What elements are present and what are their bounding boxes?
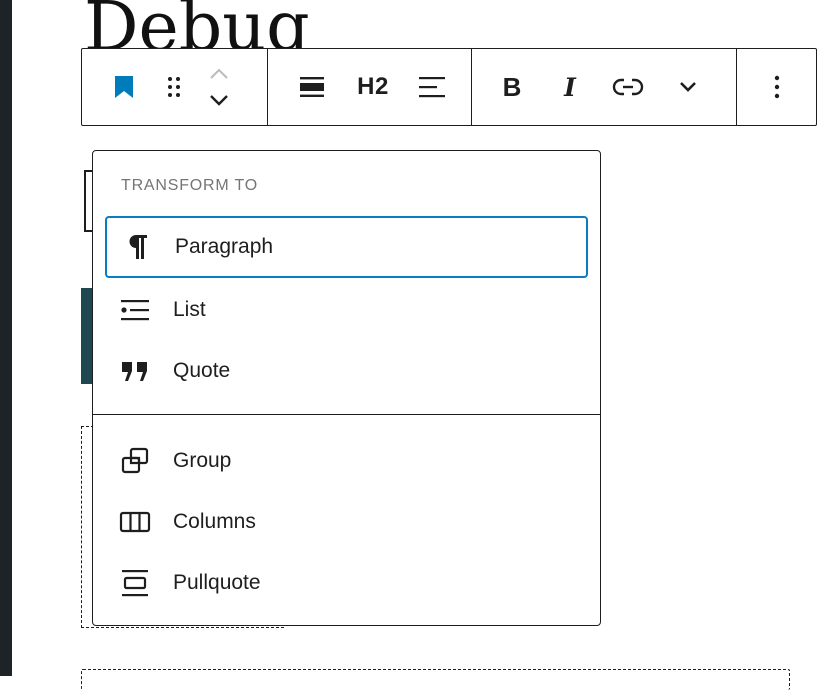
quote-icon (122, 362, 147, 381)
block-type-button[interactable] (100, 63, 148, 111)
transform-item-label: Paragraph (175, 235, 274, 258)
transform-menu: TRANSFORM TO Paragraph List Quote Group … (92, 150, 601, 626)
heading-level-button[interactable]: H2 (344, 63, 402, 111)
block-toolbar: H2 B I (81, 48, 817, 126)
drag-handle-icon (168, 77, 180, 97)
chevron-up-icon (210, 68, 228, 79)
block-alignment-button[interactable] (288, 63, 336, 111)
bookmark-icon (115, 76, 133, 98)
list-icon (121, 300, 149, 321)
toolbar-group-options (736, 49, 816, 125)
italic-icon: I (564, 72, 576, 102)
link-button[interactable] (604, 63, 652, 111)
transform-menu-header: TRANSFORM TO (121, 177, 259, 194)
toolbar-group-block (82, 49, 267, 125)
transform-item-label: Group (173, 449, 232, 472)
transform-item-label: Pullquote (173, 571, 261, 594)
pullquote-icon (122, 570, 148, 597)
columns-icon (119, 511, 151, 533)
heading-block-text[interactable]: Debug (84, 0, 310, 48)
align-left-icon (419, 77, 445, 98)
drag-handle[interactable] (154, 63, 194, 111)
transform-item-quote[interactable]: Quote (105, 340, 588, 402)
toolbar-group-formatting: H2 (267, 49, 471, 125)
transform-menu-divider (93, 414, 600, 415)
options-button[interactable] (757, 63, 797, 111)
block-placeholder-outline-bottom (81, 669, 790, 690)
chevron-down-icon (680, 82, 696, 92)
move-down-button[interactable] (204, 87, 234, 113)
italic-button[interactable]: I (546, 63, 594, 111)
link-icon (612, 78, 644, 96)
transform-item-label: Quote (173, 359, 231, 382)
text-align-button[interactable] (408, 63, 456, 111)
align-wide-icon (300, 77, 324, 97)
chevron-down-icon (210, 95, 228, 106)
transform-item-label: List (173, 298, 206, 321)
bold-icon: B (502, 71, 522, 102)
more-rich-text-button[interactable] (664, 63, 712, 111)
transform-item-label: Columns (173, 510, 256, 533)
more-vertical-icon (774, 75, 779, 99)
group-icon (121, 447, 149, 474)
move-up-button[interactable] (204, 61, 234, 87)
toolbar-group-inline: B I (471, 49, 736, 125)
bold-button[interactable]: B (488, 63, 536, 111)
heading-level-label: H2 (357, 73, 389, 100)
paragraph-icon (129, 235, 147, 259)
admin-sidebar-edge (0, 0, 12, 676)
transform-item-pullquote[interactable]: Pullquote (105, 552, 588, 614)
transform-item-paragraph[interactable]: Paragraph (105, 216, 588, 278)
transform-item-group[interactable]: Group (105, 430, 588, 492)
transform-item-columns[interactable]: Columns (105, 491, 588, 553)
transform-item-list[interactable]: List (105, 279, 588, 341)
